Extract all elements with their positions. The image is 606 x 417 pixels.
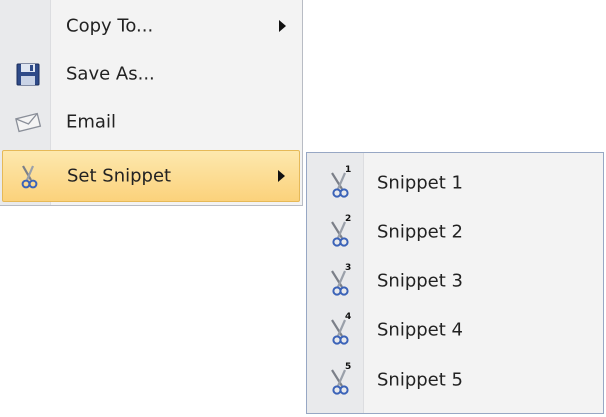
submenu-item-label: Snippet 1 [377,172,463,194]
scissors-icon: 2 [325,214,357,248]
floppy-disk-icon [14,60,42,88]
menu-item-label: Set Snippet [67,165,172,187]
menu-item-email[interactable]: Email [2,100,300,144]
envelope-icon [14,108,42,136]
snippet-number-badge: 1 [345,165,352,175]
submenu-item-snippet-3[interactable]: 3 Snippet 3 [311,257,599,305]
submenu-item-label: Snippet 5 [377,369,463,391]
menu-item-save-as[interactable]: Save As... [2,52,300,96]
submenu-item-snippet-4[interactable]: 4 Snippet 4 [311,306,599,354]
submenu-item-snippet-5[interactable]: 5 Snippet 5 [311,356,599,404]
submenu-item-label: Snippet 2 [377,221,463,243]
scissors-icon: 3 [325,263,357,297]
submenu-item-label: Snippet 3 [377,270,463,292]
menu-item-label: Email [66,111,116,133]
snippet-number-badge: 2 [345,214,352,224]
scissors-icon: 5 [325,362,357,396]
snippet-submenu: 1 Snippet 1 2 Snippet 2 3 Snippet 3 4 Sn… [306,152,604,414]
menu-item-label: Save As... [66,63,155,85]
submenu-arrow-icon [279,20,286,32]
snippet-number-badge: 3 [345,263,352,273]
submenu-arrow-icon [278,170,285,182]
scissors-icon: 4 [325,312,357,346]
snippet-number-badge: 4 [345,312,352,322]
menu-item-set-snippet[interactable]: Set Snippet [2,150,300,202]
menu-item-label: Copy To... [66,15,154,37]
context-menu: Copy To... Save As... Email Set Snippet [0,0,303,206]
menu-item-copy-to[interactable]: Copy To... [2,4,300,48]
scissors-icon: 1 [325,165,357,199]
scissors-icon [15,162,43,190]
submenu-item-label: Snippet 4 [377,319,463,341]
snippet-number-badge: 5 [345,362,352,372]
screen: Copy To... Save As... Email Set Snippet … [0,0,606,417]
submenu-item-snippet-2[interactable]: 2 Snippet 2 [311,208,599,256]
submenu-item-snippet-1[interactable]: 1 Snippet 1 [311,159,599,207]
